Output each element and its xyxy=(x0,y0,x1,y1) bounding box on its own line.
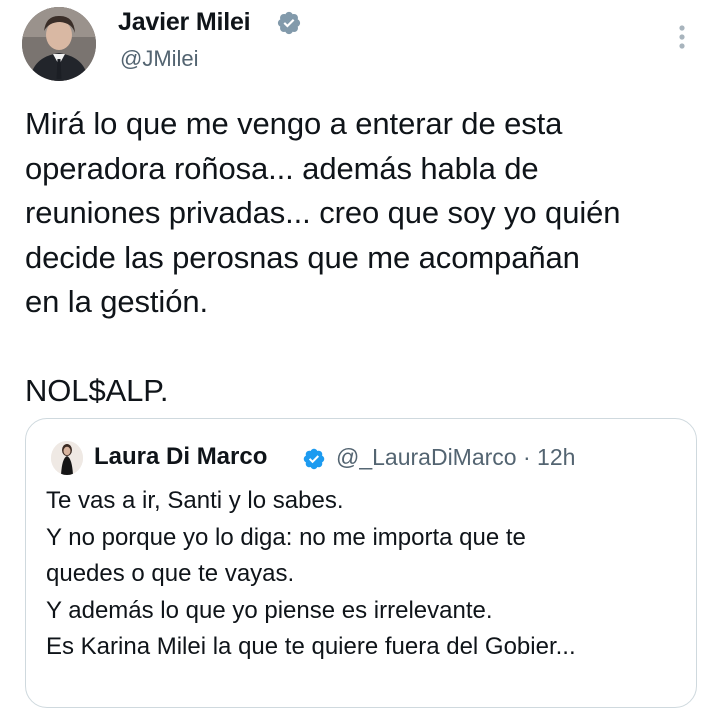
quoted-author-name[interactable]: Laura Di Marco xyxy=(94,443,267,471)
verified-badge-icon xyxy=(303,448,325,470)
quoted-tweet-card[interactable]: Laura Di Marco @_LauraDiMarco · 12h Te v… xyxy=(25,418,697,708)
quoted-author-avatar[interactable] xyxy=(51,441,83,475)
tweet[interactable]: Javier Milei @JMilei Mirá lo que me veng… xyxy=(0,0,720,708)
more-vertical-icon[interactable] xyxy=(672,22,692,52)
author-avatar[interactable] xyxy=(22,7,96,81)
quoted-author-handle-time[interactable]: @_LauraDiMarco · 12h xyxy=(336,444,575,471)
quoted-tweet-text: Te vas a ir, Santi y lo sabes. Y no porq… xyxy=(46,487,576,660)
verified-badge-icon xyxy=(277,11,301,35)
author-handle[interactable]: @JMilei xyxy=(120,46,199,72)
author-name[interactable]: Javier Milei xyxy=(118,8,251,37)
tweet-text: Mirá lo que me vengo a enterar de esta o… xyxy=(25,106,621,408)
